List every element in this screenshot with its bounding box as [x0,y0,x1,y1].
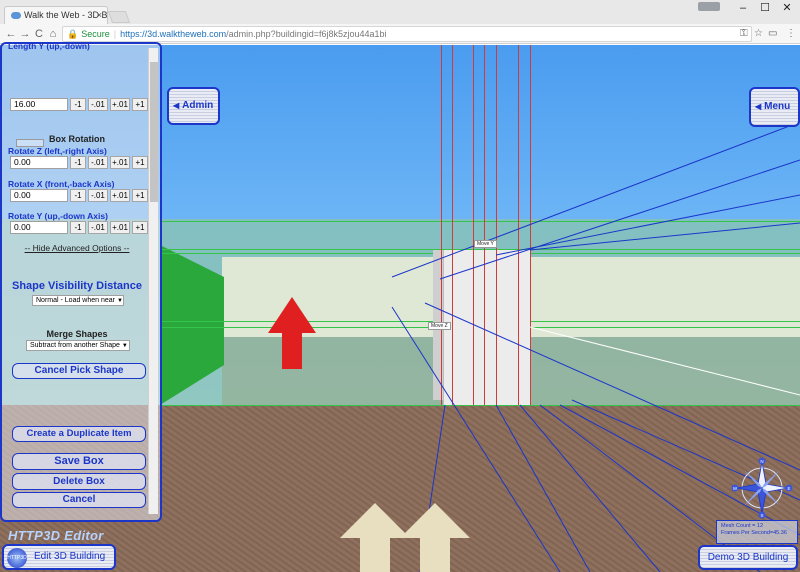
browser-title-bar: Walk the Web - 3D Buildi × – ☐ ✕ [0,0,800,24]
rotate-z-plus-1-button[interactable]: +1 [132,156,148,169]
panel-scroll-thumb[interactable] [150,62,158,202]
admin-label: Admin [182,100,214,111]
frames-per-second: Frames Per Second=45.36 [721,530,787,536]
rotate-y-minus-1-button[interactable]: -1 [70,221,86,234]
rotate-z-input[interactable]: 0.00 [10,156,68,169]
compass-icon[interactable]: N S E W [730,456,794,520]
chevron-down-icon: ▼ [121,343,128,349]
edit-3d-building-button[interactable]: HTTP3D Edit 3D Building [2,544,116,570]
length-y-input[interactable]: 16.00 [10,98,68,111]
axis-line [391,121,800,278]
rotate-x-minus-1-button[interactable]: -1 [70,189,86,202]
edit-3d-building-label: Edit 3D Building [34,551,106,562]
axis-line [529,326,800,396]
back-icon[interactable]: ← [4,27,18,41]
length-minus-1-button[interactable]: -1 [70,98,86,111]
axis-line [495,194,800,256]
profile-badge[interactable] [698,2,720,11]
http3d-logo-icon: HTTP3D [7,548,27,568]
merge-shapes-heading: Merge Shapes [46,329,108,339]
rotate-y-plus-1-button[interactable]: +1 [132,221,148,234]
axis-line [439,159,800,280]
shape-visibility-value: Normal - Load when near [36,297,115,304]
edit-box-panel: Length Y (up,-down) 16.00 -1 -.01 +.01 +… [0,42,162,522]
move-y-label[interactable]: Move Y [474,240,497,248]
axis-line [529,222,800,251]
walk-forward-arrow-icon[interactable] [400,503,470,572]
compass-n: N [760,459,763,464]
rotate-x-plus-1-button[interactable]: +1 [132,189,148,202]
compass-e: E [787,486,790,491]
axis-line [424,302,800,471]
delete-box-button[interactable]: Delete Box [12,473,146,490]
reload-icon[interactable]: C [32,27,46,41]
lock-icon: 🔒 [67,29,79,39]
hide-advanced-options-link[interactable]: -- Hide Advanced Options -- [2,243,152,253]
stats-overlay: Mesh Count = 12 Frames Per Second=45.36 [716,520,798,544]
length-minus-01-button[interactable]: -.01 [88,98,108,111]
admin-button[interactable]: ◀ Admin [167,87,220,125]
rotate-x-plus-01-button[interactable]: +.01 [110,189,130,202]
shape-visibility-select[interactable]: Normal - Load when near ▼ [32,295,124,306]
create-duplicate-button[interactable]: Create a Duplicate Item [12,426,146,442]
cancel-button[interactable]: Cancel [12,492,146,508]
demo-3d-building-button[interactable]: Demo 3D Building [698,545,798,570]
new-tab-button[interactable] [107,11,131,23]
move-forward-arrow-icon[interactable] [268,297,316,369]
rotate-y-input[interactable]: 0.00 [10,221,68,234]
rotate-y-minus-01-button[interactable]: -.01 [88,221,108,234]
rotate-z-label: Rotate Z (left,-right Axis) [8,146,107,156]
rotate-y-label: Rotate Y (up,-down Axis) [8,211,108,221]
menu-button[interactable]: ◀ Menu [749,87,800,127]
axis-line [495,404,591,572]
menu-dots-icon[interactable]: ⋮ [786,28,796,39]
chevron-down-icon: ▼ [117,298,123,304]
home-icon[interactable]: ⌂ [46,27,60,41]
key-icon[interactable]: ⚿ [740,28,748,39]
mesh-count: Mesh Count = 12 [721,523,764,529]
url-path: /admin.php?buildingid=f6j8k5zjou44a1bi [226,29,387,39]
compass-s: S [760,513,763,518]
star-icon[interactable]: ☆ [754,28,763,39]
secure-label: Secure [81,29,110,39]
triangle-left-icon: ◀ [755,102,762,111]
rotate-x-input[interactable]: 0.00 [10,189,68,202]
rotate-x-minus-01-button[interactable]: -.01 [88,189,108,202]
rotate-y-plus-01-button[interactable]: +.01 [110,221,130,234]
url-host: https://3d.walktheweb.com [120,29,227,39]
shape-visibility-title: Shape Visibility Distance [11,280,142,292]
address-separator: | [113,29,117,39]
close-window-button[interactable]: ✕ [772,2,800,16]
forward-icon[interactable]: → [18,27,32,41]
length-plus-01-button[interactable]: +.01 [110,98,130,111]
site-favicon-icon [11,12,21,19]
move-z-label[interactable]: Move Z [428,322,451,330]
rotate-z-minus-01-button[interactable]: -.01 [88,156,108,169]
extension-icon[interactable]: ▭ [768,28,777,39]
address-bar[interactable]: 🔒 Secure | https://3d.walktheweb.com/admin.… [62,26,752,42]
menu-label: Menu [764,101,791,112]
merge-shapes-select[interactable]: Subtract from another Shape ▼ [26,340,130,351]
rotate-z-minus-1-button[interactable]: -1 [70,156,86,169]
cancel-pick-shape-button[interactable]: Cancel Pick Shape [12,363,146,379]
rotate-z-plus-01-button[interactable]: +.01 [110,156,130,169]
http3d-editor-logo: HTTP3D Editor [8,528,104,543]
browser-toolbar: ← → C ⌂ 🔒 Secure | https://3d.walktheweb.co… [0,24,800,44]
axis-line [519,404,661,572]
rotate-x-label: Rotate X (front,-back Axis) [8,179,115,189]
tab-close-icon[interactable]: × [97,10,102,20]
length-y-label: Length Y (up,-down) [8,42,90,51]
browser-tab[interactable]: Walk the Web - 3D Buildi × [4,6,108,24]
tab-title: Walk the Web - 3D Buildi [24,10,108,20]
triangle-left-icon: ◀ [173,101,180,110]
merge-shapes-value: Subtract from another Shape [30,342,120,349]
length-plus-1-button[interactable]: +1 [132,98,148,111]
save-box-button[interactable]: Save Box [12,453,146,470]
box-rotation-heading: Box Rotation [49,134,105,144]
